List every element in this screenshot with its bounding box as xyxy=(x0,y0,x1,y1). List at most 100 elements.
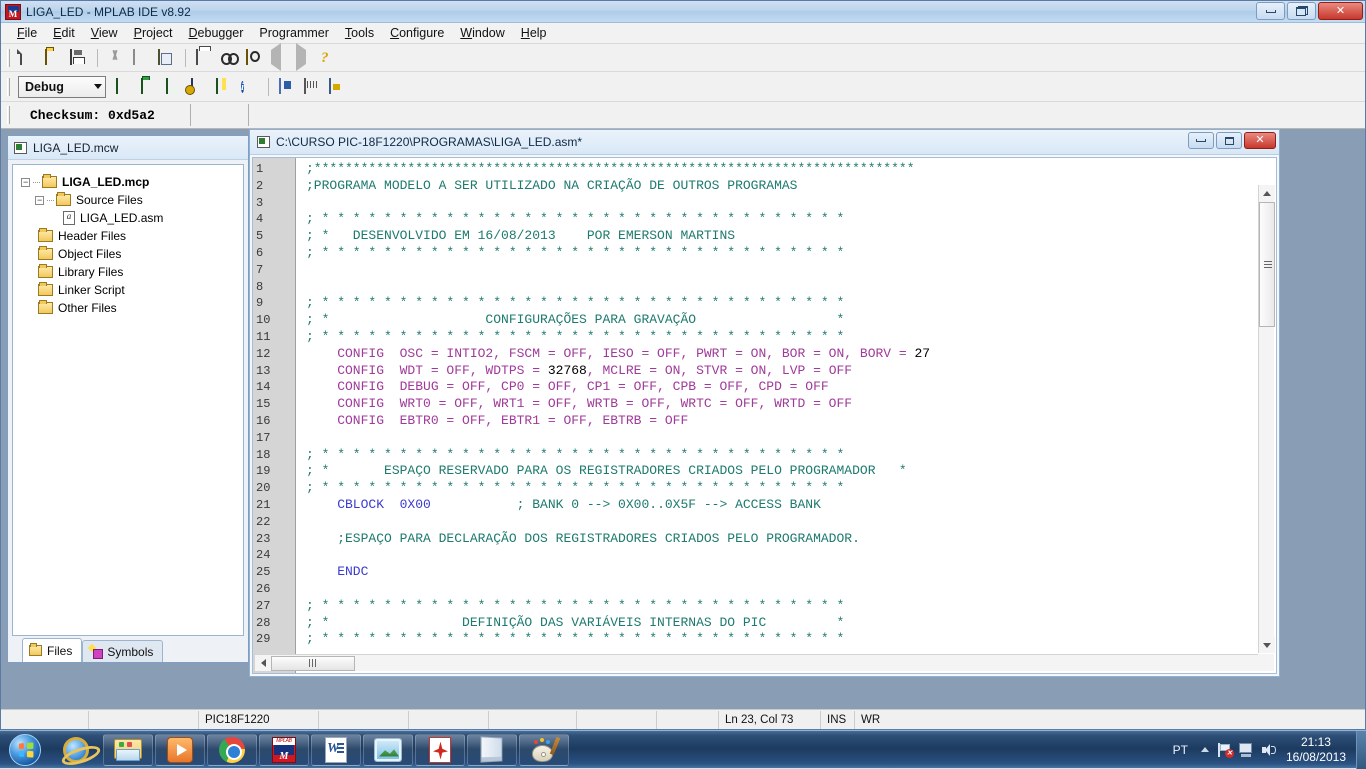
status-caret-position: Ln 23, Col 73 xyxy=(719,711,821,729)
scroll-up-button[interactable] xyxy=(1259,185,1275,201)
scroll-down-button[interactable] xyxy=(1259,637,1275,653)
line-number: 18 xyxy=(253,447,295,464)
taskbar-photo-viewer[interactable] xyxy=(363,734,413,766)
binoculars-icon[interactable] xyxy=(218,47,241,69)
tree-node-other-files[interactable]: Other Files xyxy=(21,299,239,317)
language-indicator[interactable]: PT xyxy=(1169,743,1196,757)
menu-help[interactable]: Help xyxy=(513,24,555,42)
restore-button[interactable] xyxy=(1287,2,1316,20)
minimize-button[interactable] xyxy=(1256,2,1285,20)
taskbar-notepad[interactable] xyxy=(467,734,517,766)
code-line: CBLOCK 0X00 ; BANK 0 --> 0X00..0X5F --> … xyxy=(306,497,1276,514)
toolbar-grip[interactable] xyxy=(7,49,10,67)
taskbar-windows-explorer[interactable] xyxy=(103,734,153,766)
code-span: ;ESPAÇO PARA DECLARAÇÃO DOS REGISTRADORE… xyxy=(306,531,860,546)
code-text-area[interactable]: ;***************************************… xyxy=(296,158,1276,673)
read-device-button[interactable] xyxy=(301,76,324,98)
menu-project[interactable]: Project xyxy=(126,24,181,42)
build-button[interactable] xyxy=(188,76,211,98)
arrow-forward-icon[interactable] xyxy=(293,47,316,69)
menu-tools[interactable]: Tools xyxy=(337,24,382,42)
taskbar-internet-explorer[interactable] xyxy=(51,734,101,766)
close-button[interactable]: ✕ xyxy=(1318,2,1363,20)
menu-view[interactable]: View xyxy=(83,24,126,42)
show-hidden-icons-button[interactable] xyxy=(1196,731,1214,769)
action-center-flag-icon[interactable]: ✕ xyxy=(1214,731,1236,769)
arrow-back-icon[interactable] xyxy=(268,47,291,69)
menu-edit[interactable]: Edit xyxy=(45,24,83,42)
find-in-files-button[interactable] xyxy=(243,47,266,69)
cut-button[interactable] xyxy=(105,47,128,69)
volume-icon[interactable] xyxy=(1258,731,1280,769)
scroll-left-button[interactable] xyxy=(255,655,271,671)
menu-configure[interactable]: Configure xyxy=(382,24,452,42)
toolbar-grip[interactable] xyxy=(7,78,10,96)
tree-node-library-files[interactable]: Library Files xyxy=(21,263,239,281)
build-configuration-value: Debug xyxy=(25,80,64,94)
new-file-button[interactable] xyxy=(17,47,40,69)
code-span: ; * DESENVOLVIDO EM 16/08/2013 POR EMERS… xyxy=(306,228,735,243)
horizontal-scroll-thumb[interactable] xyxy=(271,656,355,671)
taskbar-mplab-ide[interactable]: MPLAB IDEM xyxy=(259,734,309,766)
program-device-button[interactable] xyxy=(276,76,299,98)
tree-node-liga-led-asm[interactable]: LIGA_LED.asm xyxy=(21,209,239,227)
editor-minimize-button[interactable] xyxy=(1188,132,1214,149)
code-line: ; * * * * * * * * * * * * * * * * * * * … xyxy=(306,295,1276,312)
code-span: 27 xyxy=(915,346,931,361)
start-button[interactable] xyxy=(0,732,50,768)
line-number: 29 xyxy=(253,631,295,648)
clock[interactable]: 21:13 16/08/2013 xyxy=(1280,735,1356,765)
menu-debugger[interactable]: Debugger xyxy=(181,24,252,42)
source-editor-window: C:\CURSO PIC-18F1220\PROGRAMAS\LIGA_LED.… xyxy=(249,129,1280,677)
code-line: CONFIG DEBUG = OFF, CP0 = OFF, CP1 = OFF… xyxy=(306,379,1276,396)
make-button[interactable] xyxy=(213,76,236,98)
tree-node-source-files[interactable]: − Source Files xyxy=(21,191,239,209)
open-file-button[interactable] xyxy=(42,47,65,69)
tab-label: Files xyxy=(47,644,72,658)
tab-files[interactable]: Files xyxy=(22,638,82,662)
menu-window[interactable]: Window xyxy=(452,24,512,42)
editor-body[interactable]: 1234567891011121314151617181920212223242… xyxy=(252,157,1277,674)
tree-node-linker-script[interactable]: Linker Script xyxy=(21,281,239,299)
project-tree-panel[interactable]: − LIGA_LED.mcp − Source Files LIGA_LED.a… xyxy=(12,164,244,636)
vertical-scroll-thumb[interactable] xyxy=(1259,202,1275,327)
toolbar-grip[interactable] xyxy=(7,106,10,124)
clock-time: 21:13 xyxy=(1286,735,1346,750)
code-span: 32768 xyxy=(548,363,587,378)
editor-close-button[interactable]: ✕ xyxy=(1244,132,1276,149)
editor-vertical-scrollbar[interactable] xyxy=(1258,185,1274,653)
tree-node-header-files[interactable]: Header Files xyxy=(21,227,239,245)
save-workspace-button[interactable] xyxy=(163,76,186,98)
menu-programmer[interactable]: Programmer xyxy=(251,24,336,42)
media-player-icon xyxy=(167,737,193,763)
status-cell-empty-5 xyxy=(489,711,577,729)
show-desktop-button[interactable] xyxy=(1356,731,1366,769)
taskbar-word[interactable] xyxy=(311,734,361,766)
open-project-button[interactable] xyxy=(138,76,161,98)
collapse-toggle[interactable]: − xyxy=(21,178,30,187)
network-icon[interactable] xyxy=(1236,731,1258,769)
menu-file[interactable]: FFileile xyxy=(9,24,45,42)
verify-device-button[interactable] xyxy=(326,76,349,98)
copy-button[interactable] xyxy=(130,47,153,69)
taskbar-adobe-reader[interactable] xyxy=(415,734,465,766)
help-button[interactable]: ? xyxy=(318,47,341,69)
editor-restore-button[interactable] xyxy=(1216,132,1242,149)
paste-button[interactable] xyxy=(155,47,178,69)
taskbar-media-player[interactable] xyxy=(155,734,205,766)
taskbar-paint[interactable] xyxy=(519,734,569,766)
print-button[interactable] xyxy=(193,47,216,69)
save-file-button[interactable] xyxy=(67,47,90,69)
tree-node-object-files[interactable]: Object Files xyxy=(21,245,239,263)
project-info-button[interactable]: i xyxy=(238,76,261,98)
line-number: 27 xyxy=(253,598,295,615)
tree-node-root[interactable]: − LIGA_LED.mcp xyxy=(21,173,239,191)
line-number: 11 xyxy=(253,329,295,346)
line-number: 9 xyxy=(253,295,295,312)
collapse-toggle[interactable]: − xyxy=(35,196,44,205)
taskbar-google-chrome[interactable] xyxy=(207,734,257,766)
tab-symbols[interactable]: Symbols xyxy=(82,640,163,662)
editor-horizontal-scrollbar[interactable] xyxy=(255,654,1258,671)
build-configuration-select[interactable]: Debug xyxy=(18,76,106,98)
new-project-button[interactable] xyxy=(113,76,136,98)
